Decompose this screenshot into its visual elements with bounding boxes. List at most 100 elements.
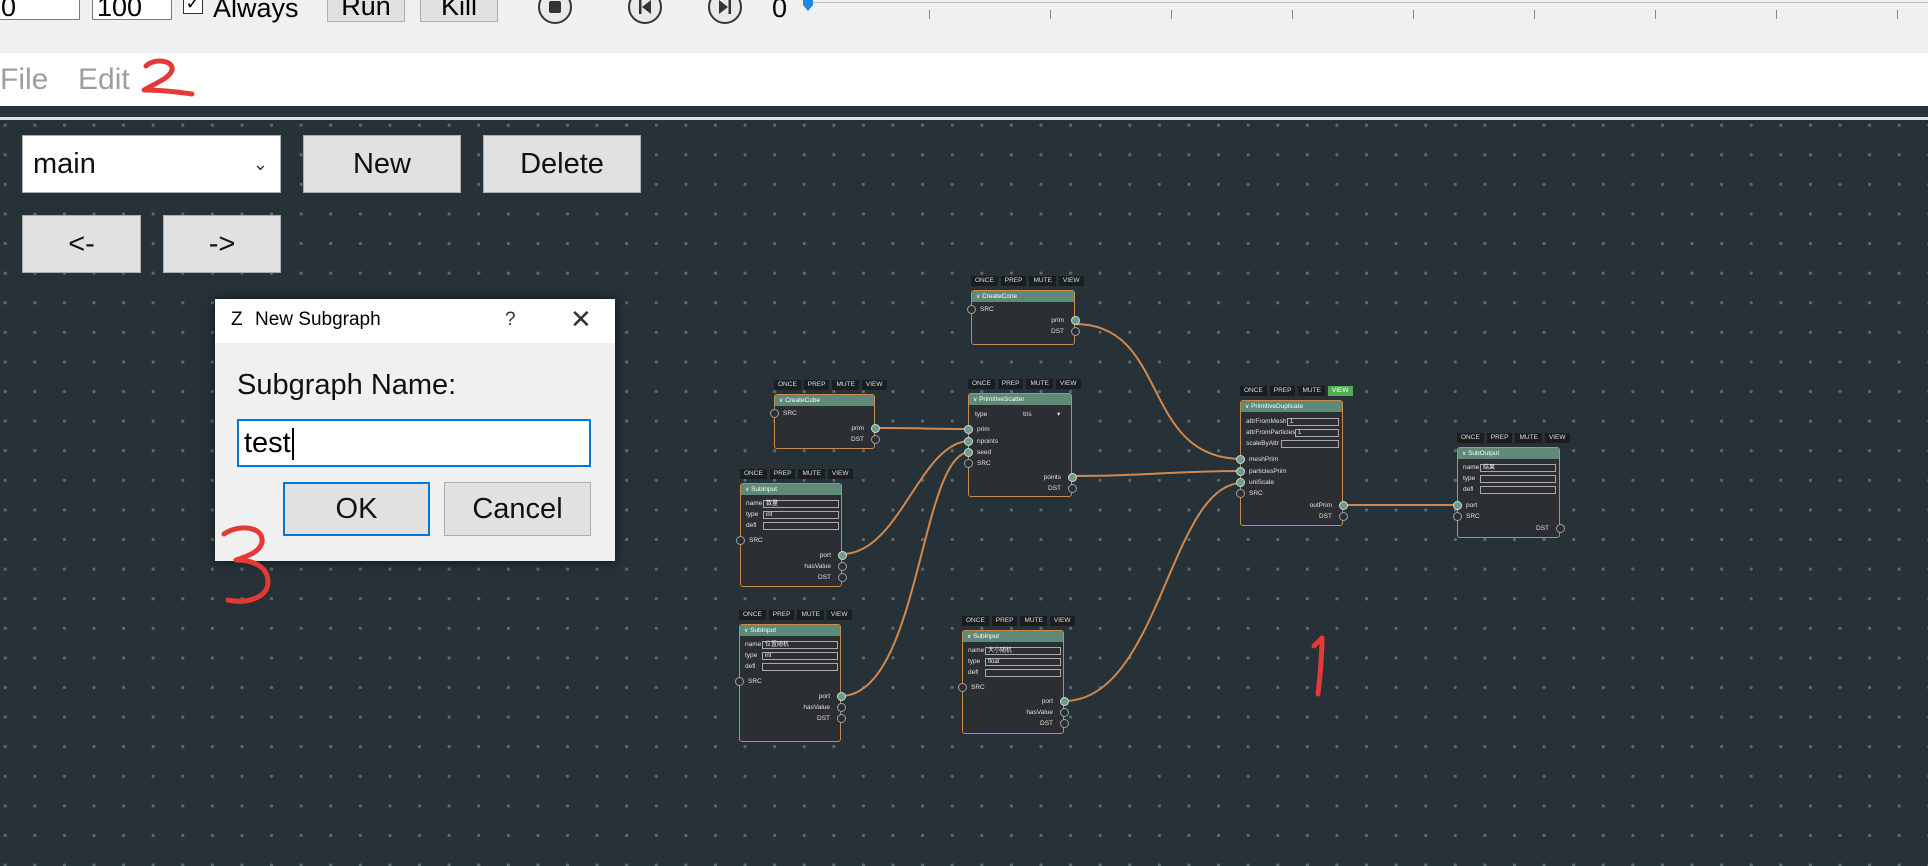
close-icon[interactable]: ✕ [570, 304, 592, 334]
output-socket-prim[interactable] [1071, 316, 1080, 325]
input-socket-particlesprim[interactable] [1236, 467, 1245, 476]
output-socket-dst[interactable] [1071, 327, 1080, 336]
node-subinput-position-random[interactable]: ONCEPREPMUTEVIEW SubInput name 位置随机 type… [735, 610, 852, 742]
help-icon[interactable]: ? [505, 309, 516, 331]
attr-from-particles-field[interactable]: 1 [1295, 429, 1339, 437]
subinput-default-field[interactable] [762, 663, 838, 671]
menu-file[interactable]: File [0, 63, 48, 97]
input-socket-src[interactable] [967, 305, 976, 314]
input-socket-npoints[interactable] [964, 437, 973, 446]
once-button[interactable]: ONCE [774, 380, 801, 390]
output-socket-port[interactable] [1060, 697, 1069, 706]
back-button[interactable]: <- [22, 215, 141, 273]
cancel-button[interactable]: Cancel [444, 482, 591, 536]
input-socket-uniscale[interactable] [1236, 478, 1245, 487]
input-socket-seed[interactable] [964, 448, 973, 457]
mute-button[interactable]: MUTE [798, 469, 825, 479]
subinput-name-field[interactable]: 大小随机 [985, 647, 1061, 655]
once-button[interactable]: ONCE [739, 610, 766, 620]
input-socket-src[interactable] [1453, 512, 1462, 521]
kill-button[interactable]: Kill [420, 0, 498, 22]
input-socket-port[interactable] [1453, 501, 1462, 510]
once-button[interactable]: ONCE [740, 469, 767, 479]
input-socket-src[interactable] [958, 683, 967, 692]
graph-select[interactable]: main ⌄ [22, 135, 281, 193]
output-socket-dst[interactable] [1060, 719, 1069, 728]
output-socket-dst[interactable] [838, 573, 847, 582]
skip-back-icon[interactable] [628, 0, 662, 24]
view-button[interactable]: VIEW [1049, 616, 1075, 626]
output-socket-points[interactable] [1068, 473, 1077, 482]
subinput-default-field[interactable] [763, 522, 839, 530]
type-select[interactable]: tris [1023, 410, 1032, 419]
output-socket-dst[interactable] [871, 435, 880, 444]
scale-by-attr-field[interactable] [1281, 440, 1339, 448]
view-button[interactable]: VIEW [826, 610, 852, 620]
input-socket-src[interactable] [964, 459, 973, 468]
prep-button[interactable]: PREP [1269, 386, 1296, 396]
node-suboutput[interactable]: ONCEPREPMUTEVIEW SubOutput name 结果 type … [1453, 433, 1570, 538]
end-frame-input[interactable]: 100 [92, 0, 172, 21]
run-button[interactable]: Run [327, 0, 405, 22]
input-socket-prim[interactable] [964, 425, 973, 434]
output-socket-hasvalue[interactable] [837, 703, 846, 712]
input-socket-src[interactable] [1236, 489, 1245, 498]
suboutput-default-field[interactable] [1480, 486, 1556, 494]
subinput-name-field[interactable]: 位置随机 [762, 641, 838, 649]
mute-button[interactable]: MUTE [1020, 616, 1047, 626]
subgraph-name-input[interactable]: test [237, 419, 591, 467]
ok-button[interactable]: OK [283, 482, 430, 536]
node-primitive-duplicate[interactable]: ONCEPREPMUTEVIEW PrimitiveDuplicate attr… [1236, 386, 1353, 526]
always-checkbox[interactable]: ✓ [183, 0, 203, 14]
input-socket-src[interactable] [735, 677, 744, 686]
delete-graph-button[interactable]: Delete [483, 135, 641, 193]
input-socket-meshprim[interactable] [1236, 455, 1245, 464]
timeline-slider-thumb[interactable] [802, 0, 814, 12]
start-frame-input[interactable]: 0 [0, 0, 80, 21]
output-socket-dst[interactable] [1556, 524, 1565, 533]
subinput-default-field[interactable] [985, 669, 1061, 677]
output-socket-hasvalue[interactable] [838, 562, 847, 571]
subinput-type-field[interactable]: int [763, 511, 839, 519]
prep-button[interactable]: PREP [768, 610, 795, 620]
node-subinput-count[interactable]: ONCEPREPMUTEVIEW SubInput name 数量 type i… [736, 469, 853, 587]
subinput-type-field[interactable]: float [985, 658, 1061, 666]
output-socket-dst[interactable] [1339, 512, 1348, 521]
mute-button[interactable]: MUTE [1298, 386, 1325, 396]
output-socket-dst[interactable] [1068, 484, 1077, 493]
output-socket-dst[interactable] [837, 714, 846, 723]
stop-icon[interactable] [538, 0, 572, 24]
once-button[interactable]: ONCE [1457, 433, 1484, 443]
mute-button[interactable]: MUTE [1029, 276, 1056, 286]
mute-button[interactable]: MUTE [832, 380, 859, 390]
prep-button[interactable]: PREP [991, 616, 1018, 626]
once-button[interactable]: ONCE [968, 379, 995, 389]
timeline-slider[interactable] [808, 2, 1928, 3]
node-create-cone[interactable]: ONCEPREPMUTEVIEW CreateCone SRC prim DST [967, 276, 1084, 346]
input-socket-src[interactable] [770, 409, 779, 418]
once-button[interactable]: ONCE [971, 276, 998, 286]
view-button[interactable]: VIEW [827, 469, 853, 479]
attr-from-mesh-field[interactable]: 1 [1287, 418, 1339, 426]
new-graph-button[interactable]: New [303, 135, 461, 193]
node-primitive-scatter[interactable]: ONCEPREPMUTEVIEW PrimitiveScatter type t… [964, 379, 1081, 497]
view-button[interactable]: VIEW [861, 380, 887, 390]
output-socket-port[interactable] [838, 551, 847, 560]
node-subinput-size-random[interactable]: ONCEPREPMUTEVIEW SubInput name 大小随机 type… [958, 616, 1075, 734]
skip-forward-icon[interactable] [708, 0, 742, 24]
suboutput-type-field[interactable] [1480, 475, 1556, 483]
prep-button[interactable]: PREP [769, 469, 796, 479]
view-button[interactable]: VIEW [1544, 433, 1570, 443]
node-create-cube[interactable]: ONCEPREPMUTEVIEW CreateCube SRC prim DST [770, 380, 887, 450]
prep-button[interactable]: PREP [1000, 276, 1027, 286]
menu-edit[interactable]: Edit [78, 63, 130, 97]
output-socket-prim[interactable] [871, 424, 880, 433]
once-button[interactable]: ONCE [1240, 386, 1267, 396]
once-button[interactable]: ONCE [962, 616, 989, 626]
output-socket-outprim[interactable] [1339, 501, 1348, 510]
view-button[interactable]: VIEW [1058, 276, 1084, 286]
suboutput-name-field[interactable]: 结果 [1480, 464, 1556, 472]
subinput-type-field[interactable]: int [762, 652, 838, 660]
prep-button[interactable]: PREP [997, 379, 1024, 389]
input-socket-src[interactable] [736, 536, 745, 545]
